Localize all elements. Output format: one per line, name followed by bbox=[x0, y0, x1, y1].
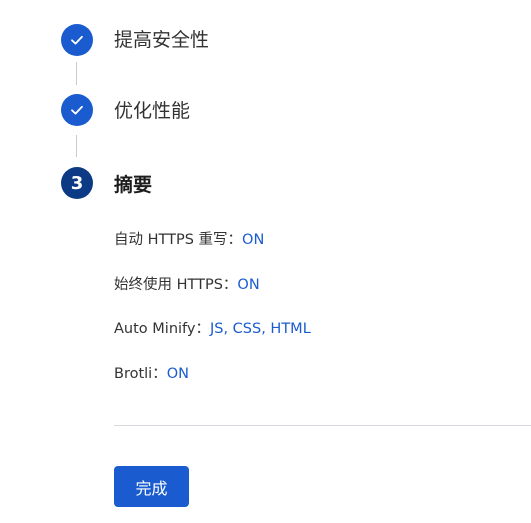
summary-value: ON bbox=[237, 277, 260, 293]
finish-button[interactable]: 完成 bbox=[114, 466, 189, 507]
step-1-complete-indicator bbox=[61, 24, 93, 56]
summary-label: Brotli： bbox=[114, 366, 167, 382]
step-connector bbox=[76, 62, 77, 85]
summary-item-brotli: Brotli：ON bbox=[114, 364, 189, 384]
summary-item-auto-minify: Auto Minify：JS, CSS, HTML bbox=[114, 319, 311, 339]
summary-label: Auto Minify： bbox=[114, 321, 210, 337]
summary-value: JS, CSS, HTML bbox=[209, 321, 311, 337]
step-1-title: 提高安全性 bbox=[114, 29, 210, 51]
summary-item-always-https: 始终使用 HTTPS：ON bbox=[114, 275, 260, 295]
step-2-complete-indicator bbox=[61, 94, 93, 126]
step-connector bbox=[76, 135, 77, 157]
summary-label: 自动 HTTPS 重写： bbox=[114, 232, 243, 248]
checkmark-icon bbox=[71, 35, 83, 45]
summary-label: 始终使用 HTTPS： bbox=[114, 277, 238, 293]
checkmark-icon bbox=[71, 105, 83, 115]
summary-value: ON bbox=[166, 366, 189, 382]
summary-value: ON bbox=[242, 232, 265, 248]
step-3-current-indicator: 3 bbox=[61, 167, 93, 199]
summary-item-https-rewrites: 自动 HTTPS 重写：ON bbox=[114, 230, 264, 250]
step-2-title: 优化性能 bbox=[114, 100, 191, 122]
step-3-title: 摘要 bbox=[114, 174, 153, 196]
divider bbox=[114, 425, 531, 426]
setup-wizard: 提高安全性 优化性能 3 摘要 自动 HTTPS 重写：ON 始终使用 HTTP… bbox=[0, 0, 531, 523]
